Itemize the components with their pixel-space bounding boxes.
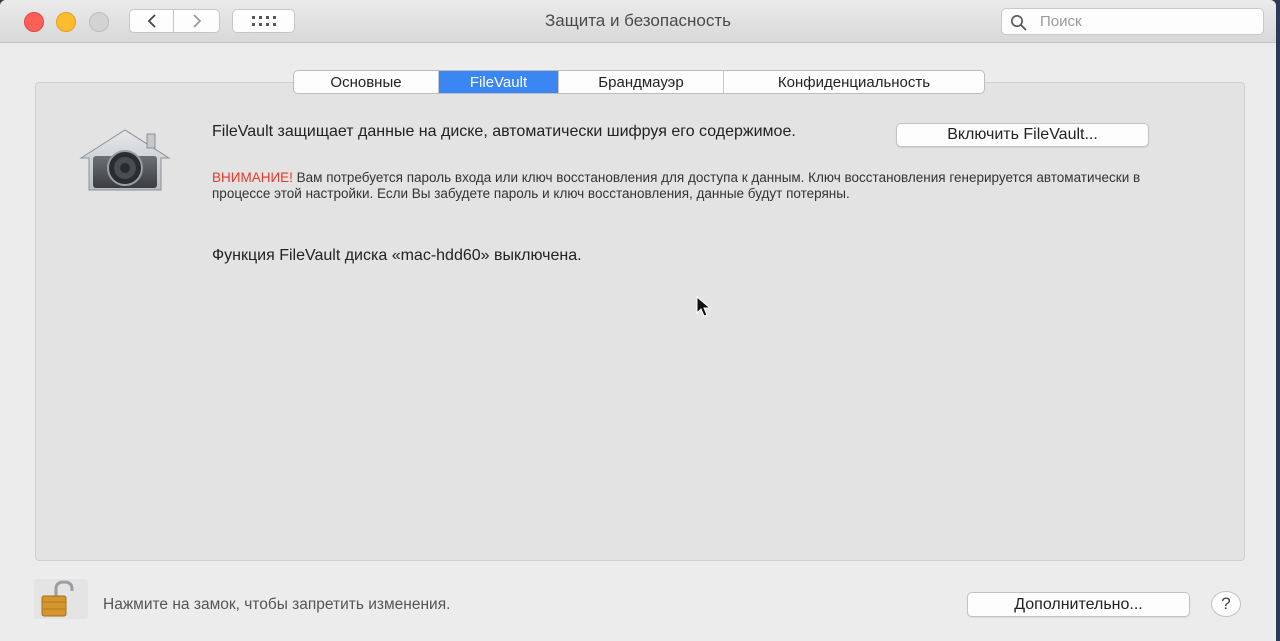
help-button[interactable]: ? (1211, 591, 1241, 617)
preferences-window: Защита и безопасность Основные FileVault… (0, 0, 1276, 641)
desktop-edge (1276, 0, 1280, 641)
magnifier-icon (1011, 15, 1027, 31)
filevault-status: Функция FileVault диска «mac-hdd60» выкл… (212, 247, 582, 264)
tab-privacy[interactable]: Конфиденциальность (724, 71, 984, 93)
filevault-description: FileVault защищает данные на диске, авто… (212, 123, 796, 140)
search-field[interactable] (1001, 8, 1264, 35)
warning-text: Вам потребуется пароль входа или ключ во… (212, 170, 1141, 201)
house-safe-icon (79, 129, 171, 191)
advanced-button[interactable]: Дополнительно... (967, 592, 1190, 617)
title-bar: Защита и безопасность (0, 0, 1276, 43)
lock-instruction: Нажмите на замок, чтобы запретить измене… (103, 596, 451, 613)
tab-general[interactable]: Основные (294, 71, 439, 93)
filevault-warning: ВНИМАНИЕ! Вам потребуется пароль входа и… (212, 170, 1152, 201)
tab-bar: Основные FileVault Брандмауэр Конфиденци… (293, 70, 985, 94)
tab-firewall[interactable]: Брандмауэр (559, 71, 724, 93)
mouse-pointer-icon (696, 296, 712, 317)
enable-filevault-button[interactable]: Включить FileVault... (896, 123, 1149, 147)
search-input[interactable] (1038, 12, 1252, 31)
filevault-panel (35, 82, 1245, 561)
padlock-open-icon[interactable] (34, 579, 88, 619)
warning-label: ВНИМАНИЕ! (212, 170, 293, 185)
tab-filevault[interactable]: FileVault (439, 71, 559, 93)
